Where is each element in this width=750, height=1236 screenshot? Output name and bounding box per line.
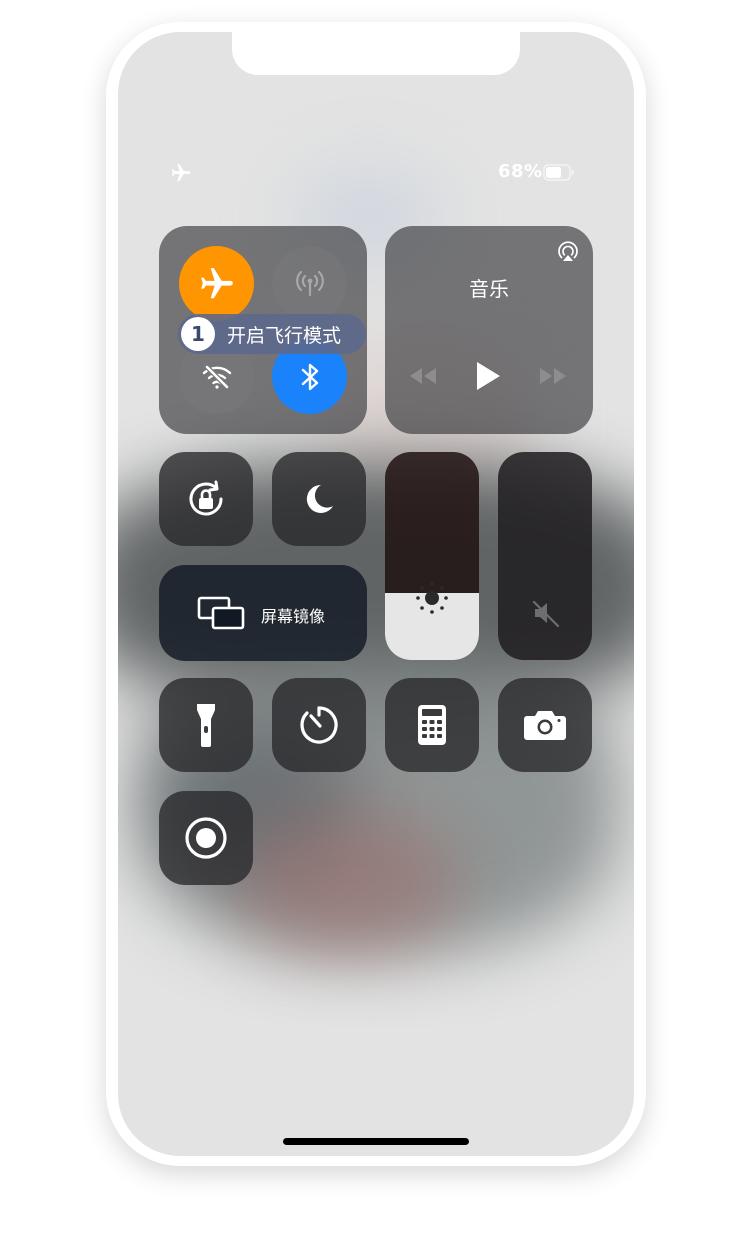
orientation-lock-button[interactable]	[159, 452, 253, 546]
airplane-icon	[170, 162, 192, 184]
brightness-slider[interactable]	[385, 452, 479, 660]
airplane-mode-toggle[interactable]	[179, 246, 254, 321]
bluetooth-icon	[295, 360, 325, 394]
battery-icon	[543, 164, 575, 181]
moon-icon	[299, 479, 339, 519]
calculator-icon	[417, 704, 447, 746]
antenna-icon	[292, 266, 328, 302]
camera-icon	[523, 708, 567, 742]
fast-forward-icon[interactable]	[538, 366, 568, 386]
wifi-off-icon	[200, 360, 234, 394]
screen-mirror-icon	[197, 595, 247, 631]
screen-record-icon	[184, 816, 228, 860]
tooltip-text: 开启飞行模式	[227, 324, 342, 347]
volume-slider[interactable]	[498, 452, 592, 660]
rewind-icon[interactable]	[408, 366, 438, 386]
play-icon[interactable]	[474, 360, 502, 392]
mute-icon	[531, 598, 561, 628]
flashlight-button[interactable]	[159, 678, 253, 772]
screen-mirroring-label: 屏幕镜像	[261, 607, 326, 626]
home-indicator[interactable]	[283, 1138, 469, 1145]
sun-icon	[412, 578, 452, 618]
battery-percentage: 68%	[498, 161, 543, 182]
music-title: 音乐	[469, 277, 509, 301]
calculator-button[interactable]	[385, 678, 479, 772]
screen-recording-button[interactable]	[159, 791, 253, 885]
cellular-data-toggle[interactable]	[272, 246, 347, 321]
airplane-icon	[198, 265, 236, 303]
orientation-lock-icon	[182, 475, 230, 523]
timer-button[interactable]	[272, 678, 366, 772]
timer-icon	[297, 703, 341, 747]
step-number-badge: 1	[181, 317, 215, 351]
airplay-icon[interactable]	[556, 240, 580, 264]
flashlight-icon	[195, 702, 217, 748]
notch	[232, 22, 520, 75]
camera-button[interactable]	[498, 678, 592, 772]
airplane-mode-tooltip: 1 开启飞行模式	[178, 314, 366, 354]
do-not-disturb-button[interactable]	[272, 452, 366, 546]
